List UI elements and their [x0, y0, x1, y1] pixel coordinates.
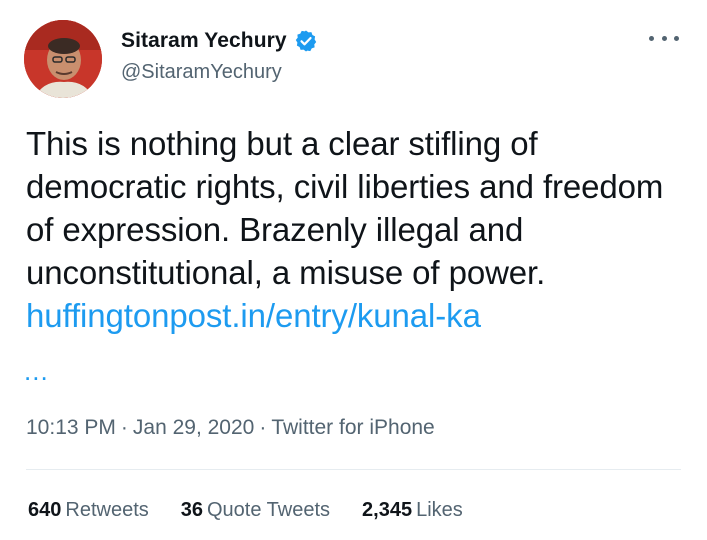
- tweet-link[interactable]: huffingtonpost.in/entry/kunal-ka: [26, 297, 481, 334]
- retweets-stat[interactable]: 640 Retweets: [28, 499, 149, 522]
- tweet-card: Sitaram Yechury @SitaramYechury This is …: [0, 0, 707, 540]
- likes-stat[interactable]: 2,345 Likes: [362, 499, 463, 522]
- author-name-row[interactable]: Sitaram Yechury: [121, 27, 318, 55]
- author-handle[interactable]: @SitaramYechury: [121, 61, 282, 84]
- verified-badge-icon: [294, 29, 318, 53]
- tweet-text: This is nothing but a clear stifling of …: [26, 122, 686, 337]
- likes-count: 2,345: [362, 499, 413, 521]
- retweets-label: Retweets: [65, 499, 149, 521]
- quote-tweets-stat[interactable]: 36 Quote Tweets: [181, 499, 330, 522]
- quote-tweets-label: Quote Tweets: [207, 499, 331, 521]
- dot-icon: [674, 35, 679, 41]
- divider: [26, 469, 681, 470]
- tweet-body: This is nothing but a clear stifling of …: [26, 125, 664, 291]
- avatar[interactable]: [24, 20, 102, 98]
- likes-label: Likes: [416, 499, 463, 521]
- tweet-metadata: 10:13 PM · Jan 29, 2020 · Twitter for iPhone: [26, 416, 435, 440]
- dot-icon: [661, 35, 667, 41]
- tweet-source[interactable]: Twitter for iPhone: [271, 416, 434, 439]
- avatar-image: [24, 20, 102, 98]
- tweet-stats: 640 Retweets 36 Quote Tweets 2,345 Likes: [28, 499, 495, 522]
- more-options-icon[interactable]: [649, 28, 679, 48]
- tweet-date[interactable]: Jan 29, 2020: [133, 416, 254, 439]
- tweet-time[interactable]: 10:13 PM: [26, 416, 116, 439]
- dot-icon: [649, 35, 654, 41]
- retweets-count: 640: [28, 499, 62, 521]
- author-display-name[interactable]: Sitaram Yechury: [121, 29, 287, 53]
- meta-separator: ·: [259, 416, 267, 439]
- meta-separator: ·: [120, 416, 128, 439]
- quote-tweets-count: 36: [180, 499, 203, 521]
- tweet-link-ellipsis[interactable]: ...: [24, 356, 49, 386]
